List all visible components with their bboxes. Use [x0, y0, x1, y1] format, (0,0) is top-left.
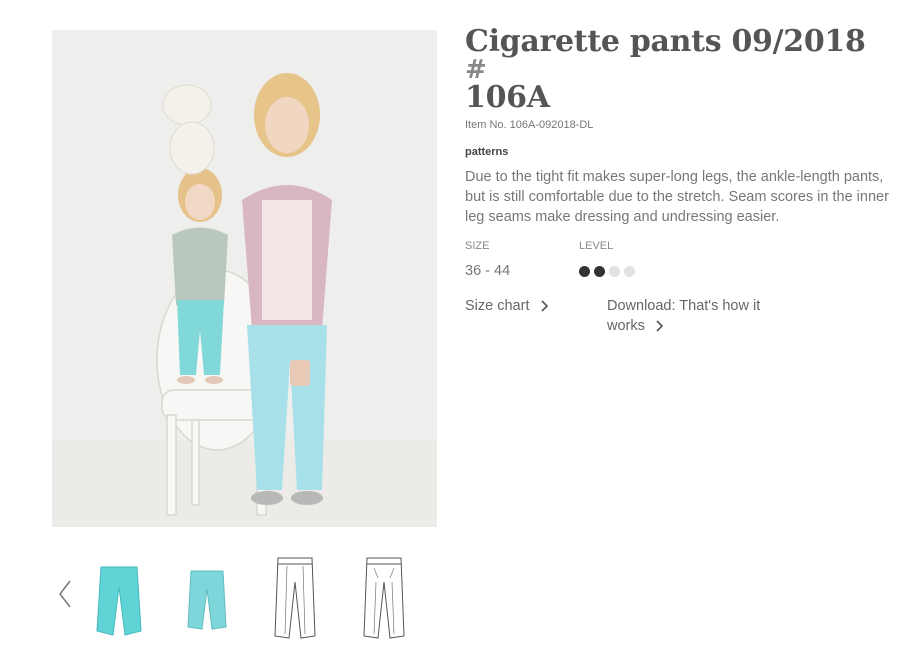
category-link[interactable]: patterns [465, 146, 897, 158]
chevron-right-icon [540, 300, 548, 312]
download-link-line2: works [607, 318, 645, 334]
download-link-line1: Download: That's how it [607, 298, 761, 314]
thumbnail-prev-button[interactable] [52, 574, 78, 614]
download-howto-link[interactable]: Download: That's how it works [607, 296, 807, 336]
size-chart-link-label: Size chart [465, 298, 530, 314]
pants-sketch-back-image [363, 557, 405, 639]
product-title-text: Cigarette pants 09/2018 [465, 24, 866, 59]
size-value: 36 - 44 [465, 263, 511, 279]
chevron-right-icon [656, 320, 663, 332]
pants-photo-front-image [96, 566, 142, 636]
product-info-panel: Cigarette pants 09/2018 # 106A Item No. … [465, 27, 897, 335]
level-dot-filled [579, 266, 590, 277]
thumb-pants-photo-back[interactable] [172, 552, 242, 642]
product-description: Due to the tight fit makes super-long le… [465, 169, 889, 225]
product-photo-illustration [52, 30, 437, 527]
level-dot-empty [609, 266, 620, 277]
size-chart-link[interactable]: Size chart [465, 296, 548, 316]
product-title-code: 106A [465, 80, 550, 115]
thumbnail-strip [52, 548, 437, 643]
level-label: LEVEL [579, 240, 614, 252]
product-main-photo[interactable] [52, 30, 437, 527]
product-title: Cigarette pants 09/2018 # 106A [465, 27, 897, 113]
level-indicator [579, 266, 635, 277]
level-dot-empty [624, 266, 635, 277]
pants-sketch-front-image [274, 557, 316, 639]
thumb-pants-photo-front[interactable] [84, 552, 154, 642]
thumb-pants-sketch-back[interactable] [349, 552, 419, 642]
item-number: Item No. 106A-092018-DL [465, 119, 594, 131]
chevron-left-icon [59, 580, 71, 608]
size-label: SIZE [465, 240, 490, 252]
pants-photo-back-image [187, 570, 227, 630]
level-dot-filled [594, 266, 605, 277]
product-specs: SIZE 36 - 44 LEVEL [465, 240, 897, 280]
thumb-pants-sketch-front[interactable] [260, 552, 330, 642]
